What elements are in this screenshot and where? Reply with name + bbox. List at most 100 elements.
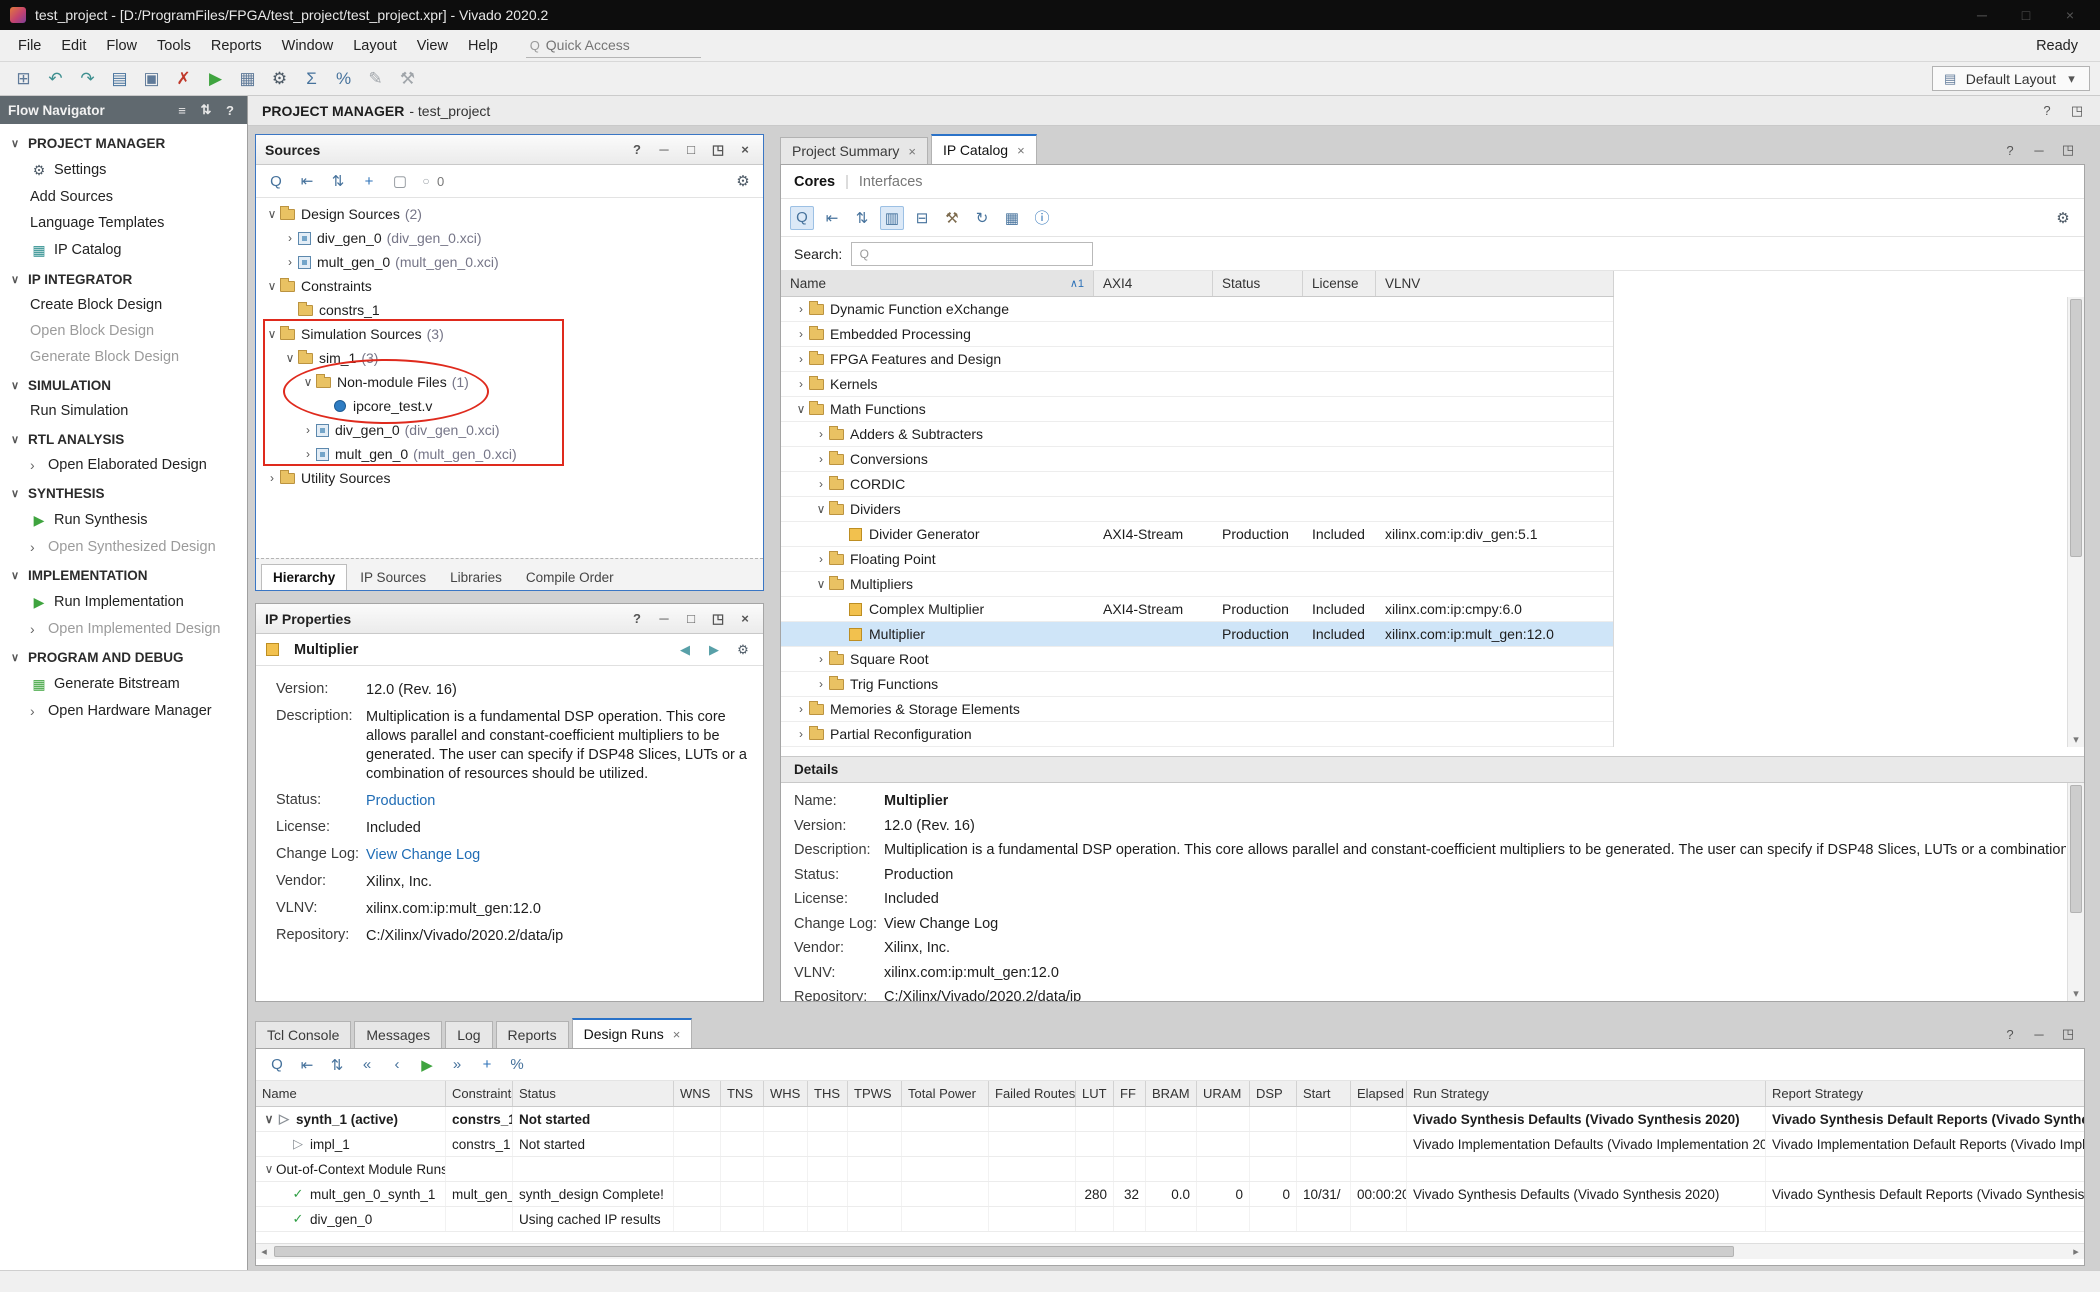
maximize-icon[interactable]: □	[2006, 2, 2046, 28]
design-run-row-synth-1-active[interactable]: ∨▷synth_1 (active)constrs_1Not startedVi…	[256, 1107, 2085, 1132]
flow-section-implementation[interactable]: ∨IMPLEMENTATION	[0, 560, 247, 588]
flow-item-language-templates[interactable]: Language Templates	[0, 210, 247, 236]
step-back-icon[interactable]: ‹	[385, 1053, 409, 1077]
fast-forward-icon[interactable]: »	[445, 1053, 469, 1077]
chevron-right-icon[interactable]: ›	[813, 652, 829, 666]
minimize-icon[interactable]: ─	[2030, 141, 2048, 159]
chevron-down-icon[interactable]: ∨	[262, 1112, 276, 1126]
catalog-row-kernels[interactable]: ›Kernels	[781, 372, 1613, 397]
help-icon[interactable]: ?	[2038, 102, 2056, 120]
flow-item-open-elaborated-design[interactable]: ›Open Elaborated Design	[0, 452, 247, 478]
property-value[interactable]: View Change Log	[366, 846, 480, 865]
column-header-ths[interactable]: THS	[808, 1081, 848, 1106]
info-icon[interactable]: ⓘ	[1030, 206, 1054, 230]
flow-section-ip-integrator[interactable]: ∨IP INTEGRATOR	[0, 264, 247, 292]
float-icon[interactable]: ◳	[2068, 102, 2086, 120]
run-green-icon[interactable]: ▶	[202, 65, 229, 92]
column-header-axi4[interactable]: AXI4	[1094, 271, 1213, 296]
float-icon[interactable]: ◳	[709, 610, 727, 628]
refresh-icon[interactable]: ↻	[970, 206, 994, 230]
close-icon[interactable]: ×	[673, 1027, 681, 1042]
flow-section-project-manager[interactable]: ∨PROJECT MANAGER	[0, 128, 247, 156]
chevron-right-icon[interactable]: ›	[300, 447, 316, 461]
sources-tab-libraries[interactable]: Libraries	[439, 565, 513, 590]
view-interfaces[interactable]: Interfaces	[859, 174, 923, 190]
catalog-row-adders-subtracters[interactable]: ›Adders & Subtracters	[781, 422, 1613, 447]
source-tree-item-mult-gen-0[interactable]: ›mult_gen_0(mult_gen_0.xci)	[256, 250, 763, 274]
scrollbar-thumb[interactable]	[2070, 785, 2082, 913]
sources-tab-compile-order[interactable]: Compile Order	[515, 565, 625, 590]
close-icon[interactable]: ×	[736, 141, 754, 159]
help-icon[interactable]: ?	[628, 141, 646, 159]
chevron-down-icon[interactable]: ∨	[813, 577, 829, 591]
scroll-left-icon[interactable]: ◂	[256, 1244, 272, 1259]
source-tree-item-sim-1[interactable]: ∨sim_1(3)	[256, 346, 763, 370]
details-scrollbar[interactable]: ▾	[2067, 783, 2084, 1001]
column-header-run-strategy[interactable]: Run Strategy	[1407, 1081, 1766, 1106]
minimize-icon[interactable]: ─	[1962, 2, 2002, 28]
skip-to-start-icon[interactable]: «	[355, 1053, 379, 1077]
menu-window[interactable]: Window	[272, 33, 344, 59]
flow-item-open-hardware-manager[interactable]: ›Open Hardware Manager	[0, 698, 247, 724]
close-icon[interactable]: ×	[1017, 143, 1025, 158]
chevron-right-icon[interactable]: ›	[264, 471, 280, 485]
settings-icon[interactable]: ⚙	[733, 640, 753, 660]
close-icon[interactable]: ×	[736, 610, 754, 628]
catalog-row-multipliers[interactable]: ∨Multipliers	[781, 572, 1613, 597]
column-header-failed-routes[interactable]: Failed Routes	[989, 1081, 1076, 1106]
search-input[interactable]: Q	[851, 242, 1093, 266]
menu-edit[interactable]: Edit	[51, 33, 96, 59]
column-header-bram[interactable]: BRAM	[1146, 1081, 1197, 1106]
close-icon[interactable]: ×	[908, 144, 916, 159]
help-icon[interactable]: ?	[221, 101, 239, 119]
view-cores[interactable]: Cores	[794, 174, 835, 190]
add-icon[interactable]: +	[475, 1053, 499, 1077]
column-header-tpws[interactable]: TPWS	[848, 1081, 902, 1106]
chevron-down-icon[interactable]: ∨	[264, 207, 280, 221]
details-value[interactable]: View Change Log	[884, 916, 998, 932]
tab-project-summary[interactable]: Project Summary×	[780, 137, 928, 164]
column-header-tns[interactable]: TNS	[721, 1081, 764, 1106]
catalog-row-cordic[interactable]: ›CORDIC	[781, 472, 1613, 497]
source-tree-item-non-module-files[interactable]: ∨Non-module Files(1)	[256, 370, 763, 394]
flow-section-rtl-analysis[interactable]: ∨RTL ANALYSIS	[0, 424, 247, 452]
scrollbar-thumb[interactable]	[2070, 299, 2082, 557]
column-header-wns[interactable]: WNS	[674, 1081, 721, 1106]
column-header-whs[interactable]: WHS	[764, 1081, 808, 1106]
menu-help[interactable]: Help	[458, 33, 508, 59]
source-tree-item-constrs-1[interactable]: constrs_1	[256, 298, 763, 322]
open-file-icon[interactable]: ▢	[388, 169, 412, 193]
search-icon[interactable]: Q	[790, 206, 814, 230]
table-icon[interactable]: ▦	[1000, 206, 1024, 230]
minimize-icon[interactable]: ─	[2030, 1025, 2048, 1043]
close-red-icon[interactable]: ✗	[170, 65, 197, 92]
catalog-row-trig-functions[interactable]: ›Trig Functions	[781, 672, 1613, 697]
catalog-row-dividers[interactable]: ∨Dividers	[781, 497, 1613, 522]
hierarchy-icon[interactable]: ⊟	[910, 206, 934, 230]
quick-access-search[interactable]: Q	[526, 34, 701, 58]
tab-design-runs[interactable]: Design Runs×	[572, 1018, 693, 1048]
design-run-row-out-of-context-module-runs[interactable]: ∨Out-of-Context Module Runs	[256, 1157, 2085, 1182]
catalog-scrollbar[interactable]: ▾	[2067, 297, 2084, 747]
minimize-icon[interactable]: ─	[655, 141, 673, 159]
menu-flow[interactable]: Flow	[96, 33, 147, 59]
tab-tcl-console[interactable]: Tcl Console	[255, 1021, 351, 1048]
source-tree-item-mult-gen-0[interactable]: ›mult_gen_0(mult_gen_0.xci)	[256, 442, 763, 466]
maximize-icon[interactable]: □	[682, 610, 700, 628]
menu-tools[interactable]: Tools	[147, 33, 201, 59]
chevron-down-icon[interactable]: ∨	[264, 327, 280, 341]
chevron-down-icon[interactable]: ∨	[300, 375, 316, 389]
details-value[interactable]: Production	[884, 867, 953, 883]
catalog-row-complex-multiplier[interactable]: Complex MultiplierAXI4-StreamProductionI…	[781, 597, 1613, 622]
chevron-down-icon[interactable]: ∨	[264, 279, 280, 293]
flow-item-open-block-design[interactable]: Open Block Design	[0, 318, 247, 344]
design-run-row-impl-1[interactable]: ▷impl_1constrs_1Not startedVivado Implem…	[256, 1132, 2085, 1157]
search-icon[interactable]: Q	[264, 169, 288, 193]
chevron-right-icon[interactable]: ›	[282, 255, 298, 269]
catalog-row-multiplier[interactable]: MultiplierProductionIncludedxilinx.com:i…	[781, 622, 1613, 647]
design-run-row-mult-gen-0-synth-1[interactable]: ✓mult_gen_0_synth_1mult_gen_0synth_desig…	[256, 1182, 2085, 1207]
menu-icon[interactable]: ≡	[173, 101, 191, 119]
catalog-row-dynamic-function-exchange[interactable]: ›Dynamic Function eXchange	[781, 297, 1613, 322]
save-icon[interactable]: ▤	[106, 65, 133, 92]
flow-section-program-and-debug[interactable]: ∨PROGRAM AND DEBUG	[0, 642, 247, 670]
